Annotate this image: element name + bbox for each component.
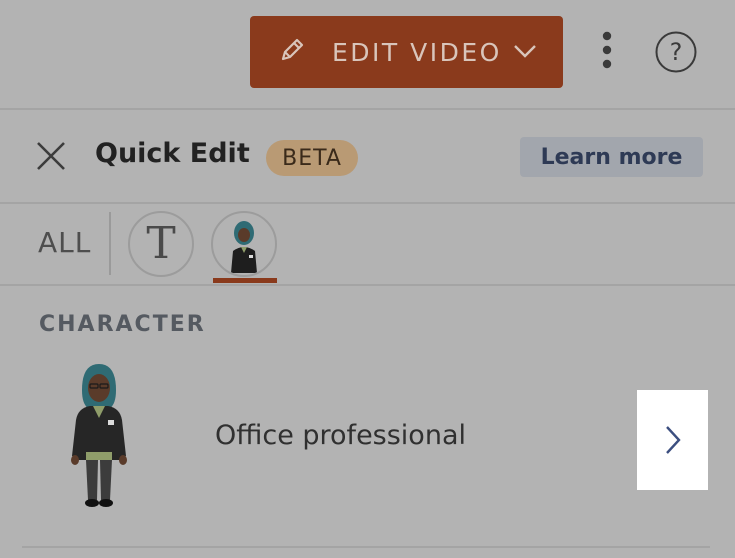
character-icon [231,221,257,273]
filter-character-tab[interactable] [211,211,277,277]
edit-video-button[interactable]: EDIT VIDEO [250,16,563,88]
edit-video-label: EDIT VIDEO [332,37,502,67]
top-toolbar: EDIT VIDEO ? [0,0,735,110]
close-button[interactable] [35,140,67,172]
bottom-divider [22,546,710,548]
chevron-right-icon [665,426,681,454]
character-thumbnail [66,360,132,512]
panel-title: Quick Edit [95,138,250,169]
help-icon: ? [655,31,697,73]
help-glyph: ? [670,38,683,66]
filter-divider [109,212,111,275]
chevron-down-icon[interactable] [513,41,537,66]
text-icon: T [146,218,175,269]
section-heading: CHARACTER [39,312,206,337]
beta-badge: BETA [266,140,358,176]
text-glyph: T [146,218,175,269]
character-name: Office professional [215,420,466,451]
learn-more-button[interactable]: Learn more [520,137,703,177]
filter-text-tab[interactable]: T [128,211,194,277]
pencil-icon [278,36,306,69]
active-tab-indicator [213,278,277,283]
more-options-button[interactable] [590,30,624,74]
open-character-button[interactable] [637,390,708,490]
help-button[interactable]: ? [655,31,697,73]
more-vertical-icon [601,31,613,74]
close-icon [37,142,65,170]
filter-all-tab[interactable]: ALL [38,226,91,259]
